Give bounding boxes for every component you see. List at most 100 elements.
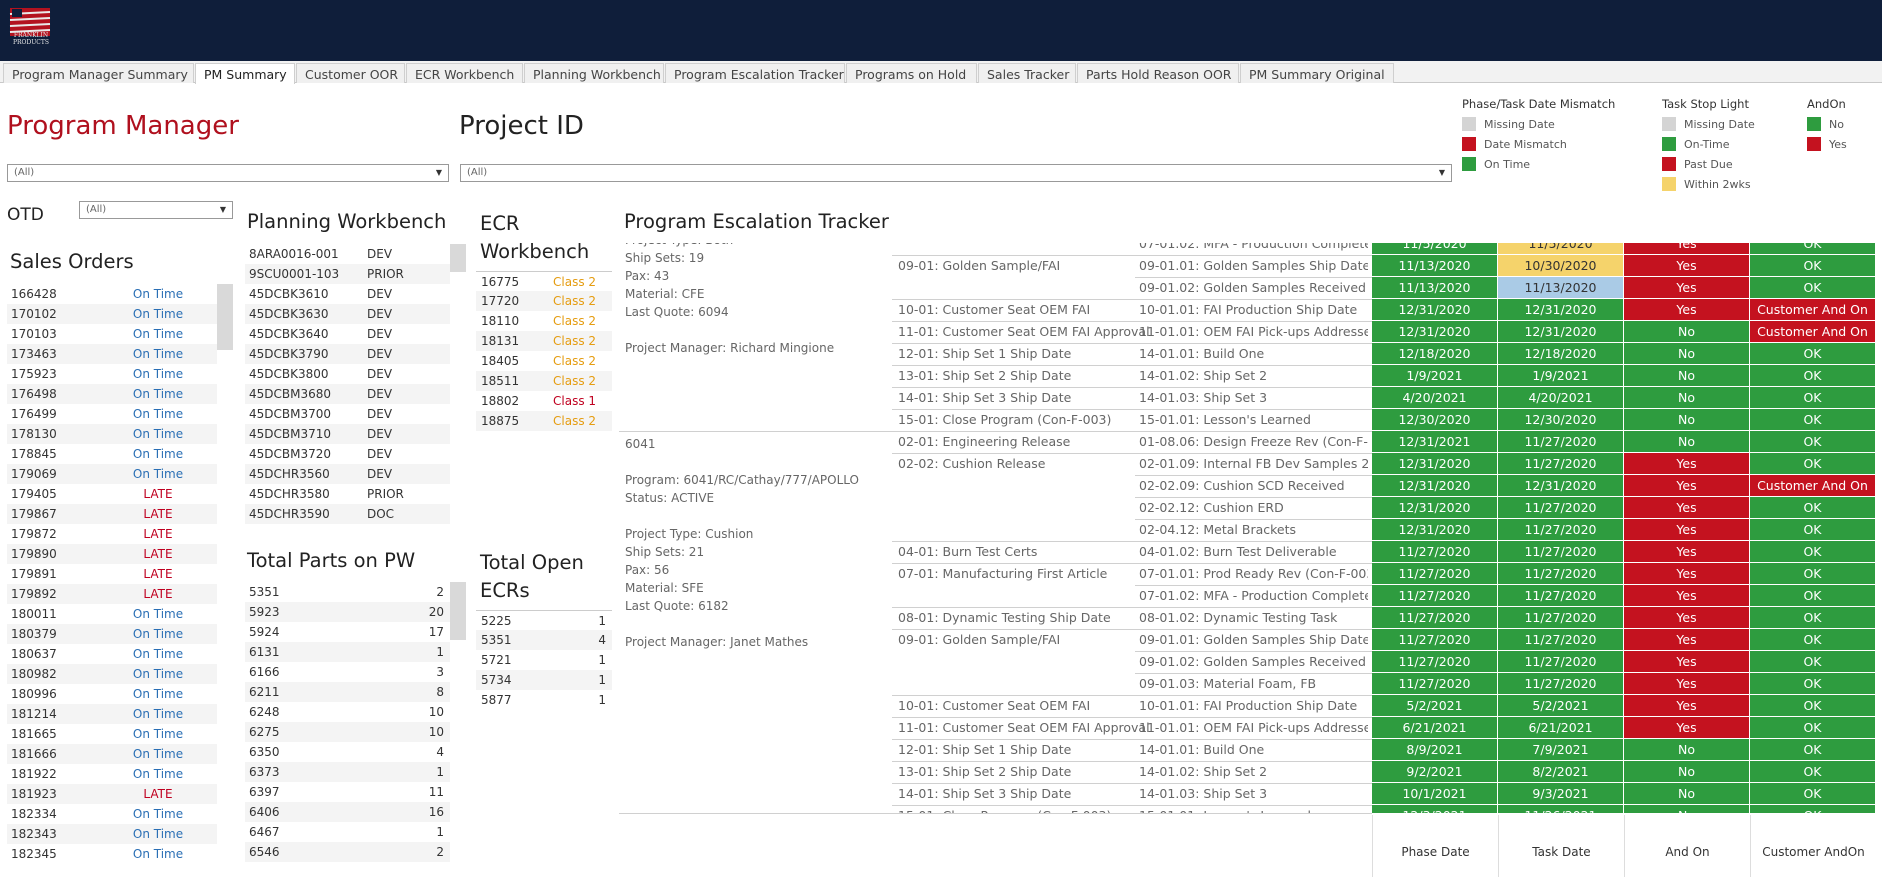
phase-date-cell[interactable]: 5/2/2021: [1372, 695, 1498, 717]
customer-andon-cell[interactable]: OK: [1750, 717, 1876, 739]
planning-row[interactable]: 45DCBK3630 DEV: [245, 304, 450, 324]
phase-date-cell[interactable]: 12/31/2020: [1372, 475, 1498, 497]
task-date-cell[interactable]: 4/20/2021: [1498, 387, 1624, 409]
sales-order-row[interactable]: 181923 LATE: [7, 784, 217, 804]
andon-cell[interactable]: Yes: [1624, 629, 1750, 651]
open-ecr-row[interactable]: 5877 1: [476, 690, 612, 710]
open-ecr-row[interactable]: 5351 4: [476, 630, 612, 650]
sales-order-row[interactable]: 179867 LATE: [7, 504, 217, 524]
task-date-cell[interactable]: 11/27/2020: [1498, 651, 1624, 673]
open-ecr-row[interactable]: 5734 1: [476, 670, 612, 690]
planning-row[interactable]: 45DCHR3580 PRIOR: [245, 484, 450, 504]
sales-order-row[interactable]: 179069 On Time: [7, 464, 217, 484]
column-header-and-on[interactable]: And On: [1624, 815, 1750, 877]
planning-row[interactable]: 45DCHR3560 DEV: [245, 464, 450, 484]
column-header-task-date[interactable]: Task Date: [1498, 815, 1624, 877]
phase-date-cell[interactable]: 12/31/2020: [1372, 453, 1498, 475]
ecr-row[interactable]: 18511 Class 2: [476, 371, 612, 391]
andon-cell[interactable]: Yes: [1624, 695, 1750, 717]
andon-cell[interactable]: No: [1624, 409, 1750, 431]
sales-order-row[interactable]: 182334 On Time: [7, 804, 217, 824]
escalation-row[interactable]: 14-01: Ship Set 3 Ship Date 14-01.03: Shi…: [619, 783, 1879, 805]
phase-date-cell[interactable]: 10/1/2021: [1372, 783, 1498, 805]
escalation-row[interactable]: 07-01.02: MFA - Production Complete 11/5/…: [619, 243, 1879, 255]
escalation-row[interactable]: 15-01: Close Program (Con-F-003) 15-01.01…: [619, 409, 1879, 431]
task-date-cell[interactable]: 7/9/2021: [1498, 739, 1624, 761]
customer-andon-cell[interactable]: OK: [1750, 255, 1876, 277]
customer-andon-cell[interactable]: OK: [1750, 409, 1876, 431]
customer-andon-cell[interactable]: Customer And On: [1750, 299, 1876, 321]
phase-date-cell[interactable]: 12/31/2020: [1372, 519, 1498, 541]
andon-cell[interactable]: No: [1624, 321, 1750, 343]
escalation-row[interactable]: 09-01: Golden Sample/FAI 09-01.01: Golden…: [619, 629, 1879, 651]
sales-order-row[interactable]: 181665 On Time: [7, 724, 217, 744]
phase-date-cell[interactable]: 11/5/2020: [1372, 243, 1498, 255]
task-date-cell[interactable]: 8/2/2021: [1498, 761, 1624, 783]
escalation-row[interactable]: 12-01: Ship Set 1 Ship Date 14-01.01: Bui…: [619, 343, 1879, 365]
customer-andon-cell[interactable]: OK: [1750, 365, 1876, 387]
customer-andon-cell[interactable]: OK: [1750, 497, 1876, 519]
open-ecr-row[interactable]: 5225 1: [476, 610, 612, 630]
phase-date-cell[interactable]: 11/27/2020: [1372, 585, 1498, 607]
customer-andon-cell[interactable]: OK: [1750, 629, 1876, 651]
andon-cell[interactable]: Yes: [1624, 453, 1750, 475]
andon-cell[interactable]: No: [1624, 365, 1750, 387]
total-parts-row[interactable]: 6546 2: [245, 842, 450, 862]
sales-order-row[interactable]: 180011 On Time: [7, 604, 217, 624]
task-date-cell[interactable]: 11/27/2020: [1498, 453, 1624, 475]
escalation-row[interactable]: 09-01.02: Golden Samples Received 11/13/2…: [619, 277, 1879, 299]
escalation-row[interactable]: 02-02.09: Cushion SCD Received 12/31/2020…: [619, 475, 1879, 497]
sales-order-row[interactable]: 179405 LATE: [7, 484, 217, 504]
phase-date-cell[interactable]: 8/9/2021: [1372, 739, 1498, 761]
task-date-cell[interactable]: 12/18/2020: [1498, 343, 1624, 365]
task-date-cell[interactable]: 9/3/2021: [1498, 783, 1624, 805]
customer-andon-cell[interactable]: OK: [1750, 585, 1876, 607]
sales-order-row[interactable]: 176499 On Time: [7, 404, 217, 424]
planning-row[interactable]: 45DCBM3700 DEV: [245, 404, 450, 424]
phase-date-cell[interactable]: 12/31/2020: [1372, 299, 1498, 321]
otd-dropdown[interactable]: (All) ▼: [79, 201, 233, 219]
ecr-row[interactable]: 18875 Class 2: [476, 411, 612, 431]
andon-cell[interactable]: No: [1624, 431, 1750, 453]
sales-order-row[interactable]: 180982 On Time: [7, 664, 217, 684]
planning-row[interactable]: 45DCBM3710 DEV: [245, 424, 450, 444]
task-date-cell[interactable]: 11/27/2020: [1498, 607, 1624, 629]
task-date-cell[interactable]: 12/31/2020: [1498, 299, 1624, 321]
escalation-row[interactable]: 02-02: Cushion Release 02-01.09: Internal…: [619, 453, 1879, 475]
planning-row[interactable]: 45DCBK3800 DEV: [245, 364, 450, 384]
phase-date-cell[interactable]: 12/31/2021: [1372, 431, 1498, 453]
andon-cell[interactable]: No: [1624, 739, 1750, 761]
customer-andon-cell[interactable]: OK: [1750, 453, 1876, 475]
escalation-row[interactable]: 08-01: Dynamic Testing Ship Date 08-01.02…: [619, 607, 1879, 629]
escalation-row[interactable]: 09-01: Golden Sample/FAI 09-01.01: Golden…: [619, 255, 1879, 277]
customer-andon-cell[interactable]: OK: [1750, 277, 1876, 299]
sales-order-row[interactable]: 179890 LATE: [7, 544, 217, 564]
customer-andon-cell[interactable]: OK: [1750, 343, 1876, 365]
task-date-cell[interactable]: 6/21/2021: [1498, 717, 1624, 739]
tab-programs-on-hold[interactable]: Programs on Hold: [846, 63, 977, 83]
total-parts-row[interactable]: 6166 3: [245, 662, 450, 682]
ecr-row[interactable]: 18110 Class 2: [476, 311, 612, 331]
customer-andon-cell[interactable]: OK: [1750, 243, 1876, 255]
total-parts-row[interactable]: 5924 17: [245, 622, 450, 642]
task-date-cell[interactable]: 11/27/2020: [1498, 497, 1624, 519]
phase-date-cell[interactable]: 11/27/2020: [1372, 541, 1498, 563]
customer-andon-cell[interactable]: OK: [1750, 563, 1876, 585]
customer-andon-cell[interactable]: OK: [1750, 805, 1876, 813]
customer-andon-cell[interactable]: OK: [1750, 739, 1876, 761]
task-date-cell[interactable]: 11/27/2020: [1498, 431, 1624, 453]
total-parts-row[interactable]: 6397 11: [245, 782, 450, 802]
andon-cell[interactable]: Yes: [1624, 277, 1750, 299]
ecr-row[interactable]: 17720 Class 2: [476, 291, 612, 311]
escalation-row[interactable]: 04-01: Burn Test Certs 04-01.02: Burn Tes…: [619, 541, 1879, 563]
task-date-cell[interactable]: 11/13/2020: [1498, 277, 1624, 299]
customer-andon-cell[interactable]: OK: [1750, 761, 1876, 783]
task-date-cell[interactable]: 10/30/2020: [1498, 255, 1624, 277]
open-ecr-row[interactable]: 5721 1: [476, 650, 612, 670]
tab-program-manager-summary[interactable]: Program Manager Summary: [3, 63, 194, 83]
customer-andon-cell[interactable]: Customer And On: [1750, 475, 1876, 497]
total-parts-row[interactable]: 5351 2: [245, 582, 450, 602]
customer-andon-cell[interactable]: OK: [1750, 607, 1876, 629]
sales-order-row[interactable]: 182345 On Time: [7, 844, 217, 864]
sales-order-row[interactable]: 180996 On Time: [7, 684, 217, 704]
